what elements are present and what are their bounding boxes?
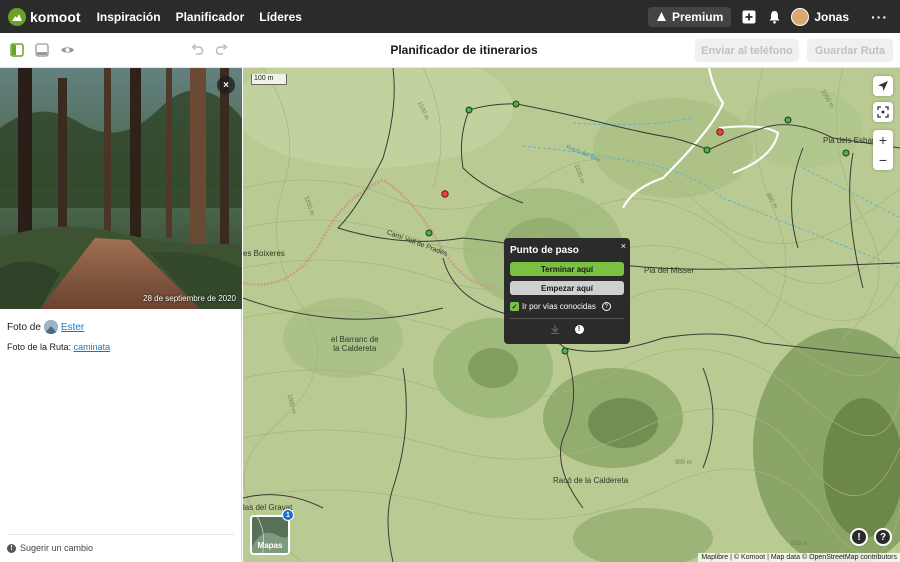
nav-link-lideres[interactable]: Líderes [259,10,302,24]
info-icon: ! [7,543,16,553]
place-label: es Boixeres [243,249,285,258]
zoom-in-button[interactable]: + [873,130,893,150]
plus-square-icon [742,10,756,23]
place-label-line: la Caldereta [333,344,377,353]
brand-name: komoot [30,8,81,25]
user-name[interactable]: Jonas [814,10,849,24]
popup-divider [510,318,624,319]
place-label: Pla del Misser [644,266,695,275]
bell-icon [769,10,780,24]
top-navigation-bar: komoot Inspiración Planificador Líderes … [0,0,900,33]
map-scale: 100 m [251,74,287,85]
place-label: Pla dels Esbar [823,136,875,145]
add-button[interactable] [741,9,757,25]
known-paths-checkbox[interactable]: ✓ [510,302,519,311]
komoot-logo[interactable]: komoot [8,7,81,26]
waypoint-popup: Punto de paso × Terminar aquí Empezar aq… [504,238,630,344]
author-link[interactable]: Ester [61,322,84,333]
notifications-button[interactable] [766,9,782,25]
close-photo-button[interactable]: × [217,76,235,94]
more-menu-icon[interactable]: ··· [871,9,888,25]
close-popup-button[interactable]: × [621,241,626,251]
locate-button[interactable] [873,76,893,96]
contour-label: 850 m [791,541,808,547]
route-photo[interactable]: × 28 de septiembre de 2020 [0,68,242,309]
mountain-icon [656,12,666,21]
place-label-line: el Barranc de [331,335,379,344]
fit-route-button[interactable] [873,102,893,122]
save-route-button[interactable]: Guardar Ruta [807,39,893,62]
help-button[interactable]: ? [874,528,892,546]
photo-date: 28 de septiembre de 2020 [143,294,236,303]
zoom-controls: + − [873,130,893,170]
start-here-button[interactable]: Empezar aquí [510,281,624,295]
warning-icon[interactable]: ! [574,325,584,334]
help-icon[interactable]: ? [601,302,611,311]
route-photo-label: Foto de la Ruta: [7,342,72,352]
map-attribution[interactable]: Maplibre | © Komoot | Map data © OpenStr… [698,553,900,562]
place-label: el Barranc de la Caldereta [331,335,379,353]
planner-toolbar: Planificador de itinerarios Enviar al te… [0,33,900,68]
route-photo-credit: Foto de la Ruta: caminata [7,342,110,352]
nav-link-inspiracion[interactable]: Inspiración [97,10,161,24]
premium-label: Premium [671,9,724,24]
suggest-change-link[interactable]: ! Sugerir un cambio [7,534,234,553]
photo-by-label: Foto de [7,321,41,333]
report-issue-button[interactable]: ! [850,528,868,546]
known-paths-option[interactable]: ✓ Ir por vías conocidas ? [510,302,611,311]
nav-link-planificador[interactable]: Planificador [176,10,245,24]
photo-credit: Foto de Ester [7,320,84,334]
user-avatar[interactable] [791,7,810,26]
route-type-link[interactable]: caminata [74,342,111,352]
map-canvas[interactable]: 100 m es Boixeres Camí Vell de Prades Ra… [243,68,900,562]
contour-label: 900 m [675,460,692,466]
send-to-phone-button[interactable]: Enviar al teléfono [695,39,799,62]
author-avatar[interactable] [43,320,58,334]
photo-side-panel: × 28 de septiembre de 2020 Foto de Ester… [0,68,242,562]
end-here-button[interactable]: Terminar aquí [510,262,624,276]
popup-title: Punto de paso [510,245,579,256]
map-layers-badge: 1 [282,509,294,521]
zoom-out-button[interactable]: − [873,150,893,170]
premium-button[interactable]: Premium [647,6,732,27]
known-paths-label: Ir por vías conocidas [522,302,596,311]
komoot-logo-icon [8,7,26,26]
forest-trail-image [0,68,242,309]
navigation-arrow-icon [878,81,888,91]
download-icon[interactable] [550,325,559,336]
map-layers-label: Mapas [257,541,283,550]
place-label: Racó de la Caldereta [553,476,629,485]
focus-frame-icon [877,106,889,118]
suggest-change-label: Sugerir un cambio [20,543,94,553]
map-layers-button[interactable]: Mapas [250,515,290,555]
